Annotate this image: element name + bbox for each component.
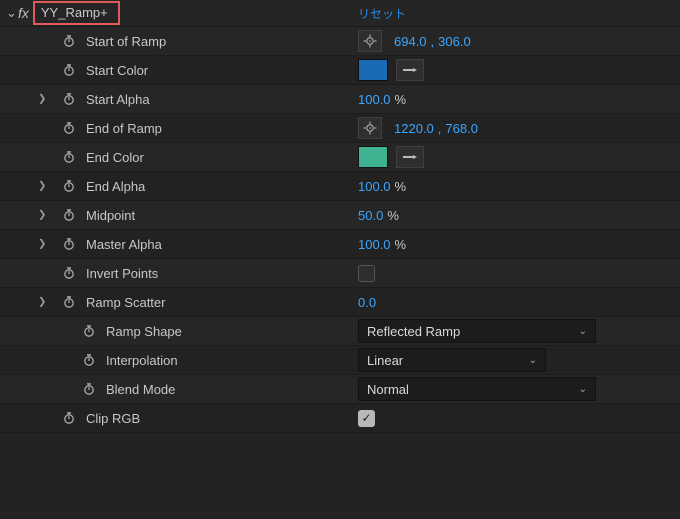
dropdown-value: Reflected Ramp: [367, 324, 460, 339]
row-master-alpha: ❯ Master Alpha 100.0%: [0, 230, 680, 259]
effect-name[interactable]: YY_Ramp+: [33, 1, 120, 25]
label-ramp-scatter: Ramp Scatter: [86, 295, 165, 310]
label-ramp-shape: Ramp Shape: [106, 324, 182, 339]
checkbox-clip-rgb[interactable]: ✓: [358, 410, 375, 427]
stopwatch-icon[interactable]: [62, 295, 76, 309]
label-midpoint: Midpoint: [86, 208, 135, 223]
value-midpoint[interactable]: 50.0: [358, 208, 383, 223]
label-blend-mode: Blend Mode: [106, 382, 175, 397]
dropdown-interpolation[interactable]: Linear ⌄: [358, 348, 546, 372]
end-color-swatch[interactable]: [358, 146, 388, 168]
row-end-color: End Color: [0, 143, 680, 172]
label-end-of-ramp: End of Ramp: [86, 121, 162, 136]
value-start-ramp-y[interactable]: 306.0: [438, 34, 471, 49]
label-end-alpha: End Alpha: [86, 179, 145, 194]
effect-controls-panel: ⌄ fx YY_Ramp+ リセット Start of Ramp 694.0,3…: [0, 0, 680, 519]
check-icon: ✓: [361, 412, 371, 424]
row-start-color: Start Color: [0, 56, 680, 85]
eyedropper-button[interactable]: [396, 146, 424, 168]
stopwatch-icon[interactable]: [82, 353, 96, 367]
expand-toggle[interactable]: ❯: [38, 94, 46, 105]
row-blend-mode: Blend Mode Normal ⌄: [0, 375, 680, 404]
expand-toggle[interactable]: ❯: [38, 297, 46, 308]
effect-header: ⌄ fx YY_Ramp+ リセット: [0, 0, 680, 27]
row-ramp-scatter: ❯ Ramp Scatter 0.0: [0, 288, 680, 317]
value-end-alpha[interactable]: 100.0: [358, 179, 391, 194]
value-end-ramp-y[interactable]: 768.0: [445, 121, 478, 136]
stopwatch-icon[interactable]: [62, 92, 76, 106]
row-end-alpha: ❯ End Alpha 100.0%: [0, 172, 680, 201]
stopwatch-icon[interactable]: [62, 63, 76, 77]
unit-midpoint: %: [387, 208, 399, 223]
dropdown-ramp-shape[interactable]: Reflected Ramp ⌄: [358, 319, 596, 343]
dropdown-blend-mode[interactable]: Normal ⌄: [358, 377, 596, 401]
value-start-ramp-x[interactable]: 694.0: [394, 34, 427, 49]
value-sep: ,: [438, 121, 442, 136]
chevron-down-icon: ⌄: [579, 384, 587, 395]
unit-master-alpha: %: [395, 237, 407, 252]
row-start-alpha: ❯ Start Alpha 100.0%: [0, 85, 680, 114]
stopwatch-icon[interactable]: [62, 208, 76, 222]
expand-toggle[interactable]: ❯: [38, 239, 46, 250]
row-end-of-ramp: End of Ramp 1220.0,768.0: [0, 114, 680, 143]
row-clip-rgb: Clip RGB ✓: [0, 404, 680, 433]
row-ramp-shape: Ramp Shape Reflected Ramp ⌄: [0, 317, 680, 346]
row-invert-points: Invert Points: [0, 259, 680, 288]
dropdown-value: Linear: [367, 353, 403, 368]
row-midpoint: ❯ Midpoint 50.0%: [0, 201, 680, 230]
point-picker-button[interactable]: [358, 30, 382, 52]
stopwatch-icon[interactable]: [62, 237, 76, 251]
label-clip-rgb: Clip RGB: [86, 411, 140, 426]
checkbox-invert-points[interactable]: [358, 265, 375, 282]
stopwatch-icon[interactable]: [62, 150, 76, 164]
label-start-alpha: Start Alpha: [86, 92, 150, 107]
stopwatch-icon[interactable]: [62, 179, 76, 193]
stopwatch-icon[interactable]: [62, 34, 76, 48]
start-color-swatch[interactable]: [358, 59, 388, 81]
unit-start-alpha: %: [395, 92, 407, 107]
expand-toggle[interactable]: ❯: [38, 210, 46, 221]
label-master-alpha: Master Alpha: [86, 237, 162, 252]
expand-toggle[interactable]: ❯: [38, 181, 46, 192]
stopwatch-icon[interactable]: [62, 411, 76, 425]
eyedropper-button[interactable]: [396, 59, 424, 81]
label-start-color: Start Color: [86, 63, 148, 78]
chevron-down-icon: ⌄: [529, 355, 537, 366]
value-sep: ,: [431, 34, 435, 49]
row-start-of-ramp: Start of Ramp 694.0,306.0: [0, 27, 680, 56]
stopwatch-icon[interactable]: [62, 121, 76, 135]
chevron-down-icon: ⌄: [579, 326, 587, 337]
value-end-ramp-x[interactable]: 1220.0: [394, 121, 434, 136]
effect-disclosure-toggle[interactable]: ⌄: [6, 5, 16, 21]
unit-end-alpha: %: [395, 179, 407, 194]
value-ramp-scatter[interactable]: 0.0: [358, 295, 376, 310]
point-picker-button[interactable]: [358, 117, 382, 139]
row-interpolation: Interpolation Linear ⌄: [0, 346, 680, 375]
label-end-color: End Color: [86, 150, 144, 165]
value-start-alpha[interactable]: 100.0: [358, 92, 391, 107]
stopwatch-icon[interactable]: [62, 266, 76, 280]
value-master-alpha[interactable]: 100.0: [358, 237, 391, 252]
stopwatch-icon[interactable]: [82, 382, 96, 396]
dropdown-value: Normal: [367, 382, 409, 397]
label-interpolation: Interpolation: [106, 353, 178, 368]
fx-badge[interactable]: fx: [18, 5, 29, 21]
reset-link[interactable]: リセット: [358, 5, 406, 22]
stopwatch-icon[interactable]: [82, 324, 96, 338]
label-start-of-ramp: Start of Ramp: [86, 34, 166, 49]
label-invert-points: Invert Points: [86, 266, 158, 281]
